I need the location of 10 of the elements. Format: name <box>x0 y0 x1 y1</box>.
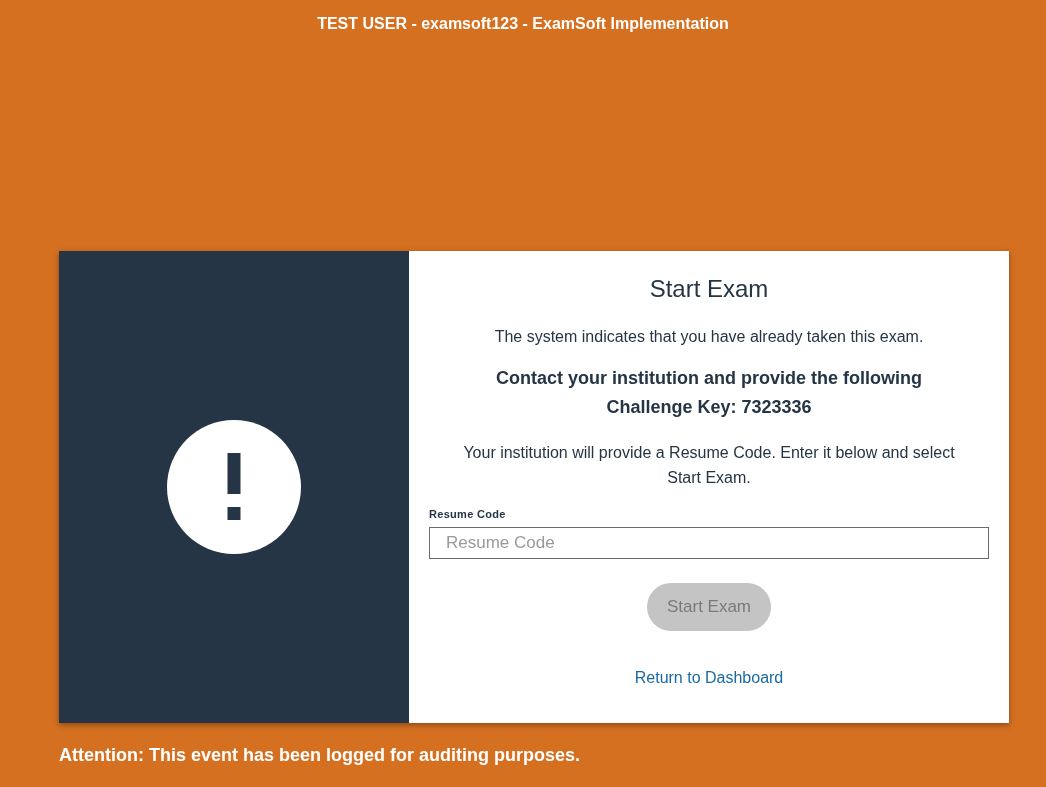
message-text: The system indicates that you have already taken this exam. <box>494 327 924 347</box>
return-dashboard-link[interactable]: Return to Dashboard <box>634 666 784 690</box>
exclamation-icon <box>167 420 301 554</box>
field-label: Resume Code <box>429 507 506 522</box>
header-title: TEST USER - examsoft123 - ExamSoft Implementation <box>317 14 729 34</box>
audit-notice: Attention: This event has been logged for auditing purposes. <box>59 744 581 767</box>
resume-code-input[interactable]: Resume Code <box>429 527 989 559</box>
instruction-text: Contact your institution and provide the following Challenge Key: 7323336 <box>495 367 923 419</box>
note-text: Your institution will provide a Resume Code. Enter it below and select Start Exam. <box>462 443 956 488</box>
dialog-title: Start Exam <box>649 274 769 304</box>
